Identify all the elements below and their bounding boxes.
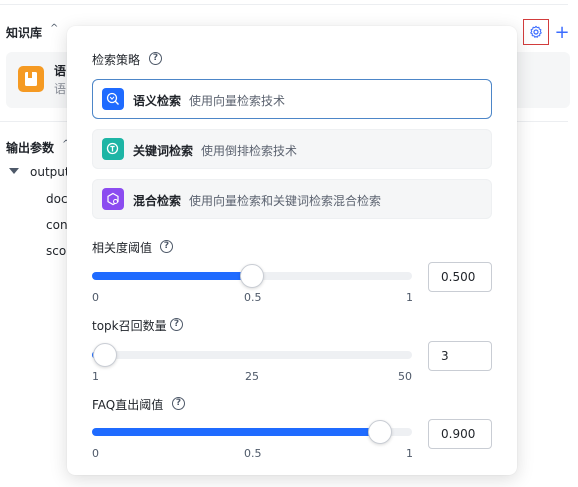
option-desc: 使用向量检索和关键词检索混合检索 <box>189 194 382 208</box>
option-hybrid-search[interactable]: 混合检索 使用向量检索和关键词检索混合检索 <box>92 179 492 219</box>
slider-fill <box>92 428 380 436</box>
slider-min-label: 0 <box>92 291 99 304</box>
help-icon[interactable]: ? <box>170 318 183 331</box>
knowledge-base-name: 语 <box>54 64 67 78</box>
slider-min-label: 0 <box>92 447 99 460</box>
slider-fill <box>92 272 252 280</box>
slider-thumb[interactable] <box>240 264 264 288</box>
help-icon[interactable]: ? <box>149 52 162 65</box>
chevron-up-icon[interactable]: ^ <box>50 23 58 34</box>
slider-mid-label: 0.5 <box>244 447 262 460</box>
topk-slider[interactable] <box>92 343 412 367</box>
knowledge-base-desc: 语 <box>54 82 67 96</box>
gear-icon <box>530 25 542 38</box>
settings-gear-button[interactable] <box>523 19 549 45</box>
option-keyword-search[interactable]: 关键词检索 使用倒排检索技术 <box>92 129 492 169</box>
slider-mid-label: 25 <box>245 370 259 383</box>
slider-min-label: 1 <box>92 370 99 383</box>
faq-threshold-slider[interactable] <box>92 420 412 444</box>
plus-icon: + <box>554 21 570 43</box>
strategy-label: 检索策略 <box>92 53 141 67</box>
faq-threshold-label: FAQ直出阈值 <box>92 398 164 412</box>
option-name: 语义检索 <box>133 94 182 108</box>
option-desc: 使用倒排检索技术 <box>201 144 298 158</box>
relevance-threshold-slider[interactable] <box>92 264 412 288</box>
semantic-search-icon <box>102 88 124 110</box>
topk-label: topk召回数量 <box>92 319 167 333</box>
hybrid-search-icon <box>102 188 124 210</box>
slider-max-label: 1 <box>406 447 413 460</box>
top-divider <box>0 4 568 5</box>
faq-threshold-input[interactable]: 0.900 <box>428 419 492 449</box>
slider-mid-label: 0.5 <box>244 291 262 304</box>
tree-expand-icon[interactable] <box>9 168 19 174</box>
slider-thumb[interactable] <box>368 420 392 444</box>
add-knowledge-button[interactable]: + <box>553 20 571 44</box>
help-icon[interactable]: ? <box>160 240 173 253</box>
slider-max-label: 1 <box>406 291 413 304</box>
topk-input[interactable]: 3 <box>428 341 492 371</box>
slider-max-label: 50 <box>398 370 412 383</box>
relevance-threshold-label: 相关度阈值 <box>92 241 153 255</box>
book-icon <box>18 66 44 92</box>
relevance-threshold-input[interactable]: 0.500 <box>428 262 492 292</box>
knowledge-base-title: 知识库 <box>6 26 43 40</box>
option-desc: 使用向量检索技术 <box>189 94 286 108</box>
option-semantic-search[interactable]: 语义检索 使用向量检索技术 <box>92 79 492 119</box>
slider-thumb[interactable] <box>92 343 117 367</box>
keyword-search-icon <box>102 138 124 160</box>
output-params-title: 输出参数 <box>6 141 55 155</box>
retrieval-settings-popover: 检索策略 ? 语义检索 使用向量检索技术 关键词检索 使用倒排检索技术 混合检索… <box>67 26 517 475</box>
help-icon[interactable]: ? <box>172 397 185 410</box>
option-name: 混合检索 <box>133 194 182 208</box>
option-name: 关键词检索 <box>133 144 194 158</box>
